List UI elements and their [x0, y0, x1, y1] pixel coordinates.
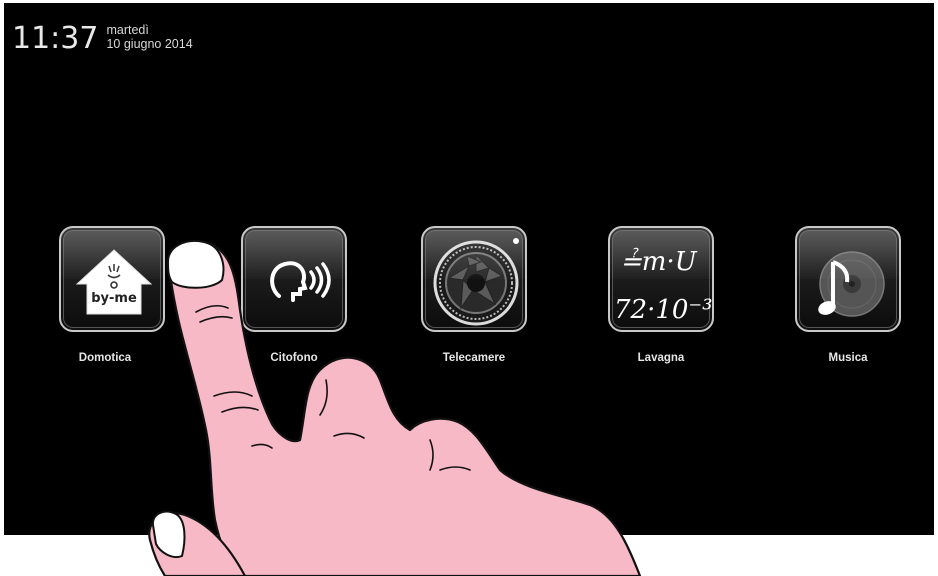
app-label-domotica: Domotica: [78, 352, 132, 364]
house-glyph: by-me: [75, 249, 153, 315]
camera-lens-icon[interactable]: [421, 226, 527, 332]
chalkboard-glyph: ≟m·U 72·10⁻³(-: [614, 247, 714, 325]
by-me-house-icon[interactable]: by-me: [59, 226, 165, 332]
chalk-text-top: ≟m·U: [620, 247, 698, 277]
app-label-musica: Musica: [828, 352, 868, 364]
status-clock: 11:37 martedì 10 giugno 2014: [12, 22, 193, 56]
head-soundwave-glyph: [270, 261, 331, 302]
clock-weekday: martedì: [106, 23, 149, 37]
app-telecamere[interactable]: Telecamere: [409, 226, 539, 364]
clock-full-date: 10 giugno 2014: [106, 37, 193, 51]
app-domotica[interactable]: by-me Domotica: [47, 226, 177, 364]
app-lavagna[interactable]: ≟m·U 72·10⁻³(- Lavagna: [596, 226, 726, 364]
intercom-head-icon[interactable]: [241, 226, 347, 332]
home-screen: 11:37 martedì 10 giugno 2014 by-me Domot…: [4, 3, 934, 535]
music-disc-icon[interactable]: [795, 226, 901, 332]
chalk-text-bottom: 72·10⁻³(-: [614, 295, 714, 325]
app-label-lavagna: Lavagna: [637, 352, 685, 364]
app-citofono[interactable]: Citofono: [229, 226, 359, 364]
domotica-logo-text: by-me: [91, 291, 137, 306]
clock-date: martedì 10 giugno 2014: [106, 23, 192, 51]
app-label-citofono: Citofono: [270, 352, 318, 364]
lens-glyph: [433, 238, 519, 326]
clock-time: 11:37: [12, 21, 99, 56]
disc-note-glyph: [818, 251, 885, 317]
app-label-telecamere: Telecamere: [442, 352, 506, 364]
app-musica[interactable]: Musica: [783, 226, 913, 364]
chalkboard-icon[interactable]: ≟m·U 72·10⁻³(-: [608, 226, 714, 332]
